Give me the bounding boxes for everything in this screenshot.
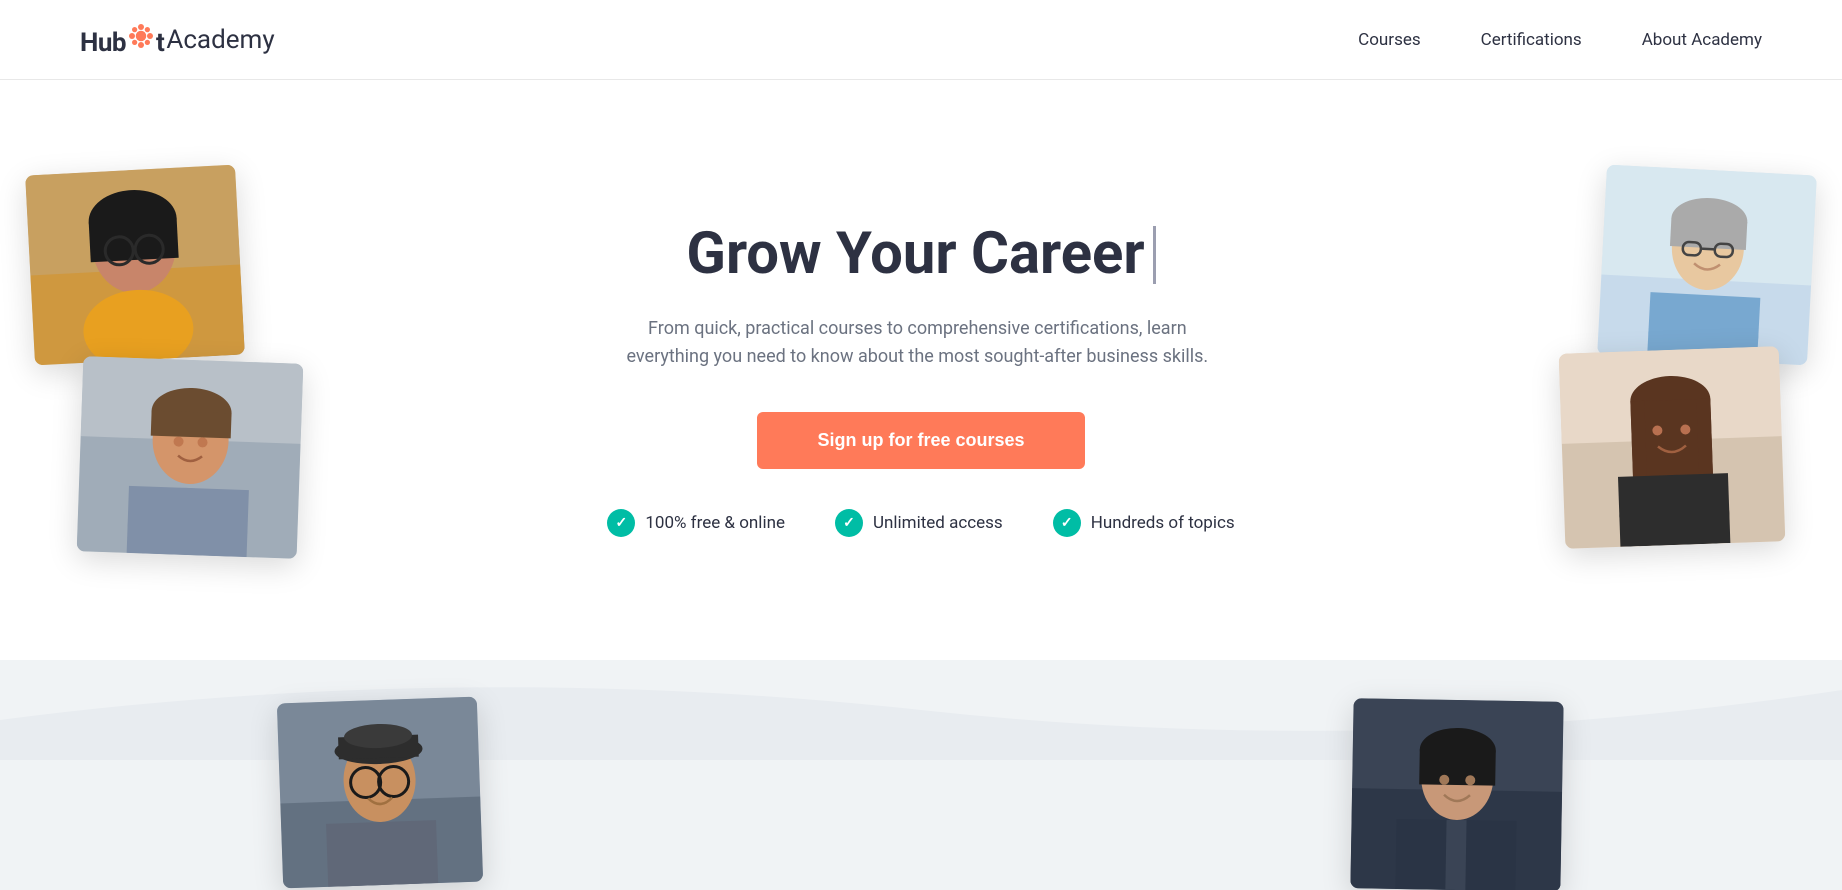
photo-card-bottom-right [1350,698,1563,890]
check-icon-topics [1053,509,1081,537]
cursor-blink [1153,226,1156,284]
hubspot-logo: Hubt Academy [80,21,275,58]
nav-about-academy[interactable]: About Academy [1642,30,1762,50]
photo-card-top-right [1597,165,1817,366]
person-image-1 [25,165,245,366]
check-icon-free [607,509,635,537]
logo-academy-text: Academy [166,25,274,55]
site-header: Hubt Academy Courses Certifications Abou… [0,0,1842,80]
logo-hub-text: Hub [80,28,126,58]
feature-topics: Hundreds of topics [1053,509,1235,537]
person-image-6 [1350,698,1563,890]
photo-card-top-left [25,165,245,366]
feature-topics-label: Hundreds of topics [1091,513,1235,533]
person-image-2 [77,356,304,559]
person-image-5 [277,697,483,889]
hero-subtitle: From quick, practical courses to compreh… [607,315,1227,373]
bottom-photos [0,660,1842,890]
bottom-section [0,660,1842,890]
feature-unlimited: Unlimited access [835,509,1003,537]
nav-certifications[interactable]: Certifications [1481,30,1582,50]
features-list: 100% free & online Unlimited access Hund… [607,509,1234,537]
hero-title: Grow Your Career [607,223,1234,287]
feature-free-online: 100% free & online [607,509,785,537]
photo-card-bottom-left [277,697,483,889]
photo-card-mid-right [1559,346,1786,549]
photo-card-mid-left [77,356,304,559]
logo-spot-text: t [156,28,164,58]
person-image-4 [1559,346,1786,549]
signup-button[interactable]: Sign up for free courses [757,412,1084,469]
feature-free-label: 100% free & online [645,513,785,533]
sprocket-icon [126,21,156,51]
feature-unlimited-label: Unlimited access [873,513,1003,533]
nav-courses[interactable]: Courses [1358,30,1420,50]
logo[interactable]: Hubt Academy [80,21,275,58]
person-image-3 [1597,165,1817,366]
check-icon-unlimited [835,509,863,537]
hero-content: Grow Your Career From quick, practical c… [607,223,1234,537]
main-nav: Courses Certifications About Academy [1358,30,1762,50]
hero-section: Grow Your Career From quick, practical c… [0,80,1842,660]
